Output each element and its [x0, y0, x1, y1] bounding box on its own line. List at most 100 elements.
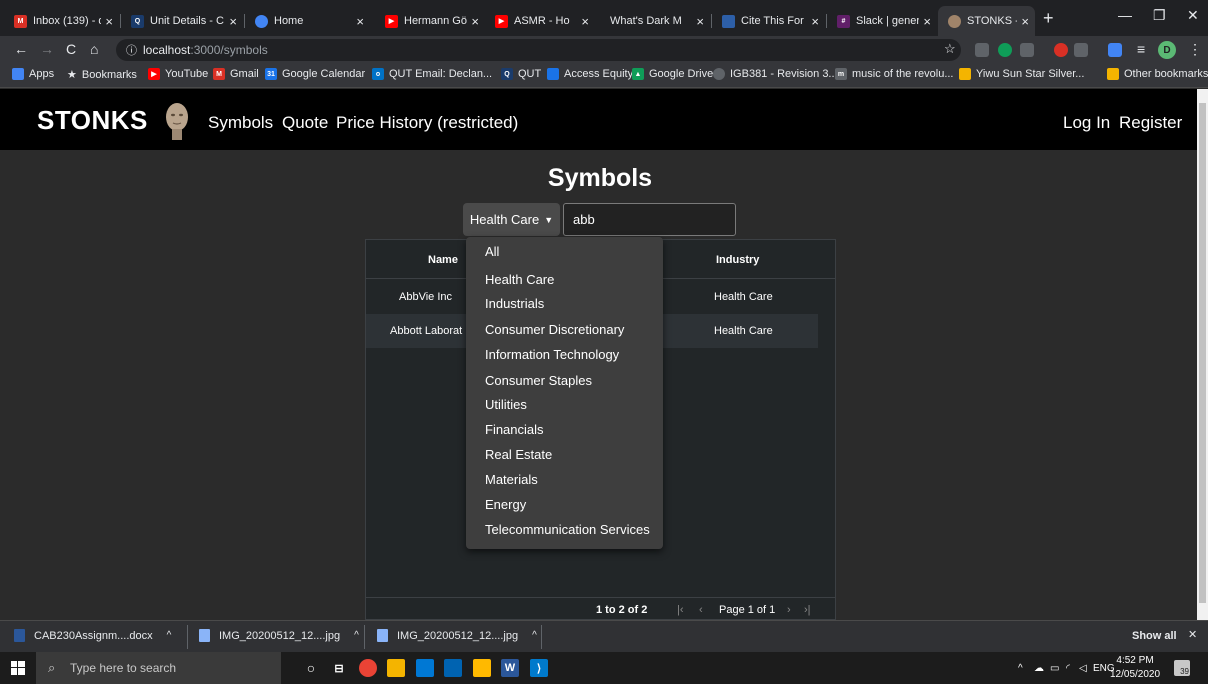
chevron-up-icon[interactable]: ^ — [167, 630, 172, 641]
close-icon[interactable]: × — [811, 14, 819, 29]
home-icon[interactable]: ⌂ — [90, 41, 98, 57]
extension-icon[interactable] — [975, 43, 989, 57]
windows-start-icon[interactable] — [11, 661, 25, 675]
bookmark-other[interactable]: Other bookmarks — [1107, 68, 1208, 80]
chevron-up-icon[interactable]: ^ — [354, 630, 359, 641]
extension-icon[interactable] — [1074, 43, 1088, 57]
taskbar-search-box[interactable]: ⌕ Type here to search — [36, 652, 281, 684]
extension-icon[interactable] — [1020, 43, 1034, 57]
close-icon[interactable]: × — [923, 14, 931, 29]
forward-icon[interactable]: → — [40, 41, 54, 57]
bookmark-igb381[interactable]: IGB381 - Revision 3... — [713, 68, 838, 80]
tab-unit-details[interactable]: Q Unit Details - C × — [121, 6, 243, 36]
close-shelf-icon[interactable]: ✕ — [1188, 628, 1197, 641]
back-icon[interactable]: ← — [14, 41, 28, 57]
bookmark-access-equity[interactable]: Access Equity — [547, 68, 633, 80]
close-icon[interactable]: × — [471, 14, 479, 29]
close-icon[interactable]: × — [105, 14, 113, 29]
bookmark-star-icon[interactable]: ☆ — [944, 41, 956, 57]
maximize-icon[interactable]: ❐ — [1153, 7, 1166, 24]
tab-youtube-2[interactable]: ▶ ASMR - Ho × — [485, 6, 595, 36]
bookmark-google-calendar[interactable]: 31 Google Calendar — [265, 68, 365, 80]
nav-price-history[interactable]: Price History (restricted) — [336, 113, 518, 133]
dropdown-option-all[interactable]: All — [485, 244, 499, 259]
word-icon[interactable]: W — [501, 659, 519, 677]
bookmark-bookmarks[interactable]: ★ Bookmarks — [67, 68, 137, 82]
tab-gmail[interactable]: M Inbox (139) - d × — [4, 6, 119, 36]
nav-login[interactable]: Log In — [1063, 113, 1110, 133]
dropdown-option-real-estate[interactable]: Real Estate — [485, 447, 552, 462]
dropdown-option-utilities[interactable]: Utilities — [485, 397, 527, 412]
tab-dark-mode[interactable]: What's Dark M × — [600, 6, 710, 36]
bookmark-qut[interactable]: Q QUT — [501, 68, 541, 80]
close-icon[interactable]: × — [581, 14, 589, 29]
tab-youtube-1[interactable]: ▶ Hermann Görin × — [375, 6, 485, 36]
industry-filter-dropdown[interactable]: Health Care ▼ — [463, 203, 560, 236]
close-icon[interactable]: × — [356, 14, 364, 29]
address-bar[interactable]: ⓘ localhost:3000/symbols — [116, 39, 961, 61]
tab-home[interactable]: Home × — [245, 6, 370, 36]
cortana-icon[interactable]: ○ — [302, 659, 320, 677]
download-item[interactable]: CAB230Assignm....docx ^ — [14, 629, 171, 642]
bookmark-apps[interactable]: Apps — [12, 68, 54, 80]
dropdown-option-industrials[interactable]: Industrials — [485, 296, 544, 311]
brand-logo-text[interactable]: STONKS — [37, 105, 148, 136]
nav-quote[interactable]: Quote — [282, 113, 328, 133]
bookmark-youtube[interactable]: ▶ YouTube — [148, 68, 208, 80]
dropdown-option-consumer-discretionary[interactable]: Consumer Discretionary — [485, 322, 624, 337]
first-page-icon[interactable]: |‹ — [677, 604, 684, 616]
sticky-notes-icon[interactable] — [473, 659, 491, 677]
chrome-taskbar-icon[interactable] — [359, 659, 377, 677]
bookmark-yiwu[interactable]: Yiwu Sun Star Silver... — [959, 68, 1084, 80]
dropdown-option-health-care[interactable]: Health Care — [485, 272, 554, 287]
show-all-button[interactable]: Show all — [1132, 630, 1177, 642]
column-header-industry[interactable]: Industry — [716, 254, 759, 266]
media-icon[interactable]: ≡ — [1137, 41, 1145, 57]
bookmark-google-drive[interactable]: ▲ Google Drive — [632, 68, 713, 80]
dropdown-option-information-technology[interactable]: Information Technology — [485, 347, 619, 362]
extension-icon[interactable] — [1108, 43, 1122, 57]
close-window-icon[interactable]: ✕ — [1187, 7, 1199, 24]
mail-icon[interactable] — [416, 659, 434, 677]
bookmark-qut-email[interactable]: o QUT Email: Declan... — [372, 68, 492, 80]
last-page-icon[interactable]: ›| — [804, 604, 811, 616]
nav-register[interactable]: Register — [1119, 113, 1182, 133]
symbol-search-input[interactable]: abb — [563, 203, 736, 236]
bookmark-music[interactable]: m music of the revolu... — [835, 68, 954, 80]
page-scrollbar[interactable] — [1197, 89, 1208, 620]
store-icon[interactable] — [444, 659, 462, 677]
wifi-icon[interactable]: ◜ — [1066, 663, 1070, 674]
chevron-up-icon[interactable]: ^ — [532, 630, 537, 641]
dropdown-option-materials[interactable]: Materials — [485, 472, 538, 487]
nav-symbols[interactable]: Symbols — [208, 113, 273, 133]
download-item[interactable]: IMG_20200512_12....jpg ^ — [199, 629, 359, 642]
menu-kebab-icon[interactable]: ⋮ — [1188, 41, 1202, 58]
info-icon[interactable]: ⓘ — [126, 42, 137, 58]
close-icon[interactable]: × — [696, 14, 704, 29]
download-item[interactable]: IMG_20200512_12....jpg ^ — [377, 629, 537, 642]
profile-avatar[interactable]: D — [1158, 41, 1176, 59]
tab-stonks-active[interactable]: STONKS - They × — [938, 6, 1035, 36]
grammarly-icon[interactable] — [998, 43, 1012, 57]
next-page-icon[interactable]: › — [787, 604, 791, 616]
onedrive-icon[interactable]: ☁ — [1034, 663, 1044, 674]
dropdown-option-financials[interactable]: Financials — [485, 422, 544, 437]
close-icon[interactable]: × — [1021, 14, 1029, 29]
adblock-icon[interactable] — [1054, 43, 1068, 57]
dropdown-option-energy[interactable]: Energy — [485, 497, 526, 512]
vscode-icon[interactable]: ⟩ — [530, 659, 548, 677]
clock[interactable]: 4:52 PM 12/05/2020 — [1110, 654, 1160, 682]
file-explorer-icon[interactable] — [387, 659, 405, 677]
new-tab-button[interactable]: + — [1043, 8, 1054, 29]
reload-icon[interactable]: C — [66, 41, 76, 57]
chevron-up-icon[interactable]: ^ — [1018, 663, 1023, 674]
minimize-icon[interactable]: — — [1118, 7, 1132, 23]
scrollbar-thumb[interactable] — [1199, 103, 1206, 603]
dropdown-option-telecommunication-services[interactable]: Telecommunication Services — [485, 522, 650, 537]
bookmark-gmail[interactable]: M Gmail — [213, 68, 259, 80]
volume-icon[interactable]: ◁ — [1079, 663, 1087, 674]
tab-cite-this[interactable]: Cite This For M × — [712, 6, 825, 36]
dropdown-option-consumer-staples[interactable]: Consumer Staples — [485, 373, 592, 388]
column-header-name[interactable]: Name — [428, 254, 458, 266]
prev-page-icon[interactable]: ‹ — [699, 604, 703, 616]
